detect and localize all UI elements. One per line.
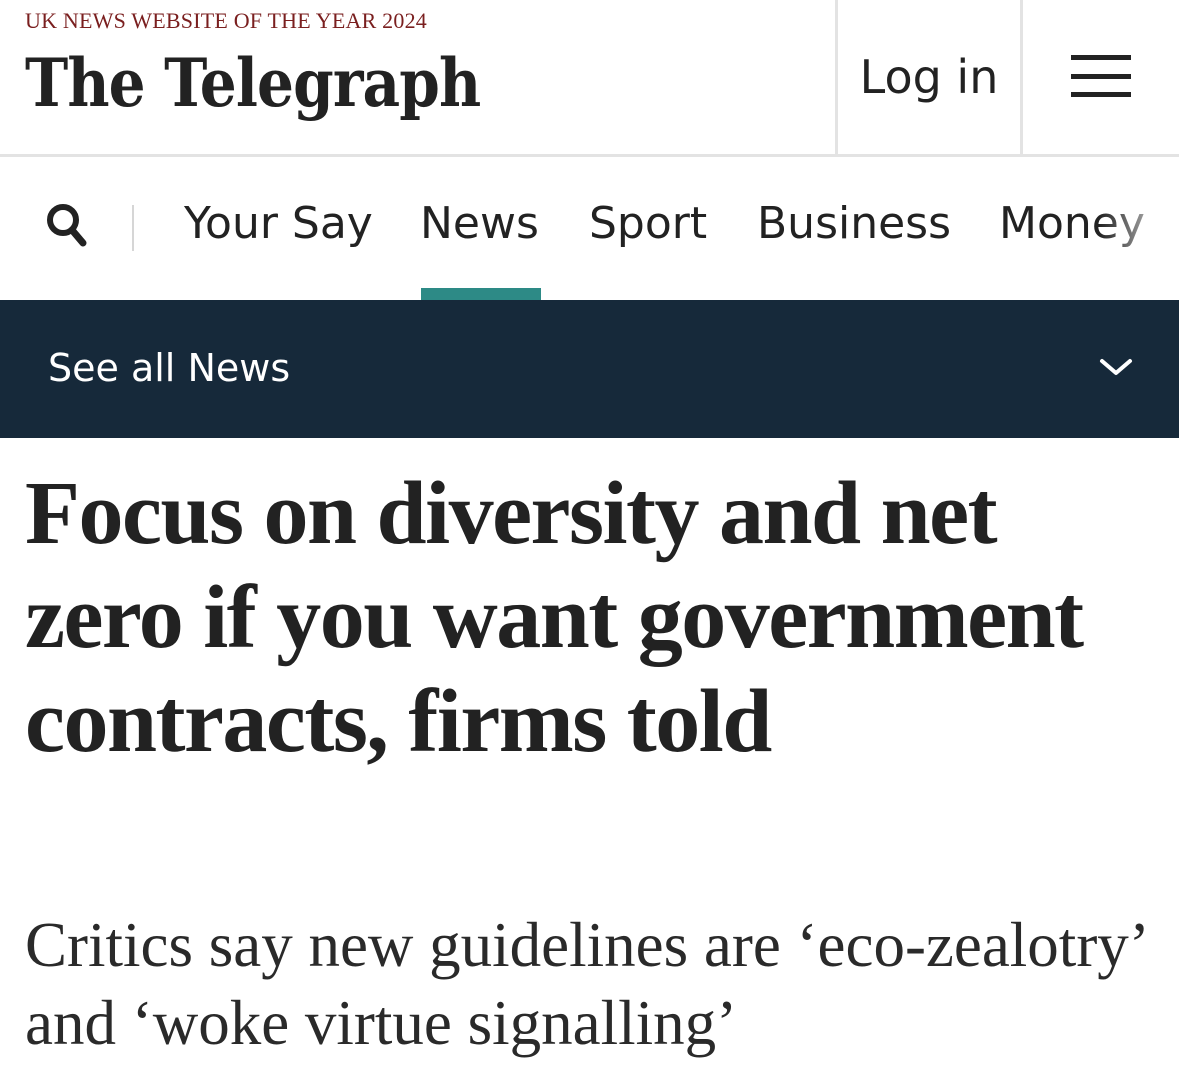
- article-headline: Focus on diversity and net zero if you w…: [25, 464, 1084, 771]
- see-all-label: See all News: [48, 346, 291, 390]
- section-nav: Your Say News Sport Business Money: [0, 157, 1179, 300]
- site-logo[interactable]: The Telegraph: [25, 38, 481, 128]
- nav-item-business[interactable]: Business: [757, 195, 951, 253]
- see-all-section-dropdown[interactable]: See all News: [0, 300, 1179, 438]
- login-button[interactable]: Log in: [838, 0, 1020, 154]
- nav-item-money[interactable]: Money: [999, 195, 1145, 253]
- nav-item-your-say[interactable]: Your Say: [184, 195, 373, 253]
- menu-button[interactable]: [1023, 0, 1179, 154]
- nav-item-sport[interactable]: Sport: [589, 195, 707, 253]
- search-icon[interactable]: [46, 202, 88, 248]
- site-header: UK NEWS WEBSITE OF THE YEAR 2024 The Tel…: [0, 0, 1179, 157]
- nav-divider: [132, 205, 134, 251]
- chevron-down-icon: [1100, 359, 1132, 375]
- active-nav-indicator: [421, 288, 541, 300]
- article-standfirst: Critics say new guidelines are ‘eco-zeal…: [25, 910, 1146, 1058]
- award-banner: UK NEWS WEBSITE OF THE YEAR 2024: [25, 8, 427, 33]
- nav-item-news[interactable]: News: [420, 195, 539, 253]
